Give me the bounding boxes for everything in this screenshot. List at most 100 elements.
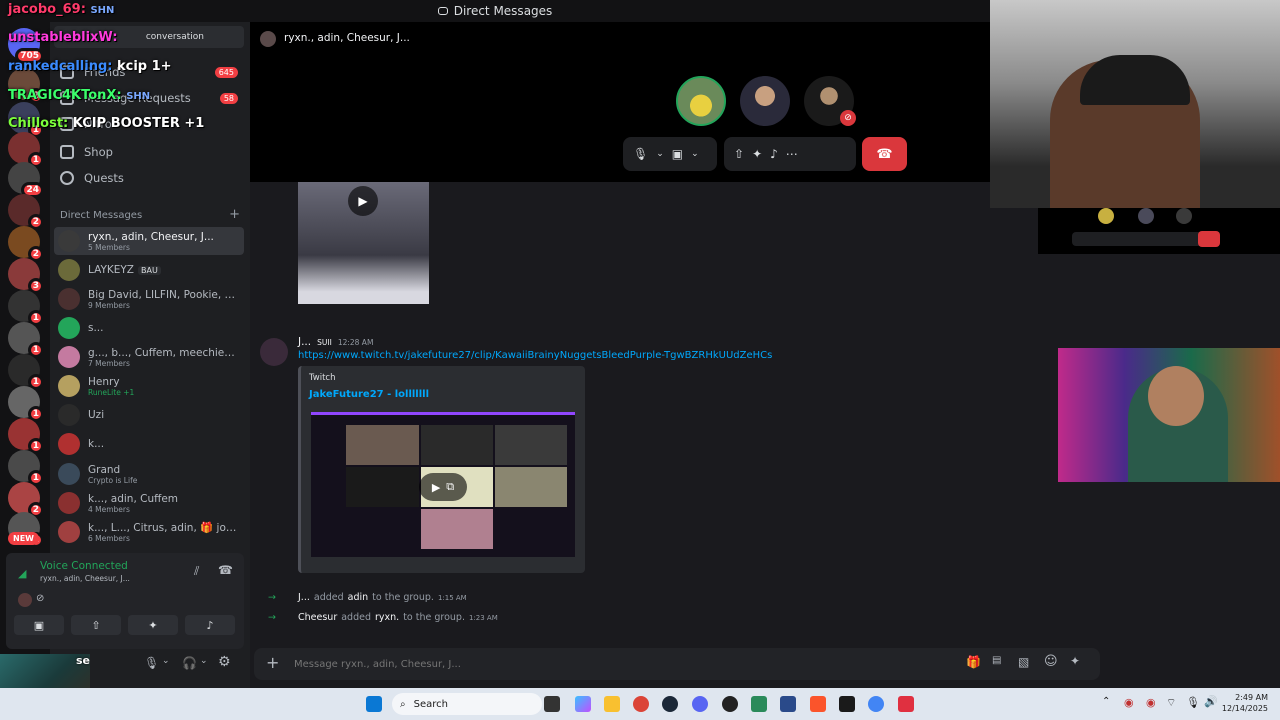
server-icon[interactable]: 1 [8,322,44,358]
system-actor[interactable]: J... [298,592,310,603]
system-target[interactable]: adin [348,592,369,603]
noise-suppression-icon[interactable]: ⫽ [194,564,199,579]
screenshare-button[interactable]: ⇧ [71,615,121,635]
more-icon[interactable]: ⋯ [786,147,798,161]
activities-button[interactable]: ✦ [128,615,178,635]
system-target[interactable]: ryxn. [375,612,399,623]
chrome-icon[interactable] [633,696,649,712]
app-icon[interactable] [898,696,914,712]
message-input[interactable] [294,654,914,674]
app-icon[interactable] [722,696,738,712]
wifi-icon[interactable]: ⌔ [1166,696,1176,710]
nav-shop[interactable]: Shop [54,139,244,165]
taskbar-search[interactable]: ⌕ Search [392,693,542,715]
dm-item[interactable]: Henry RuneLite +1 [54,372,244,400]
windows-start-icon[interactable] [366,696,382,712]
activities-icon[interactable]: ✦ [752,147,762,161]
server-icon[interactable]: 24 [8,162,44,198]
attach-icon[interactable]: + [266,653,279,672]
tray-chevron-icon[interactable]: ⌃ [1102,696,1110,707]
speaker-icon[interactable]: 🔊 [1204,695,1218,708]
task-view-icon[interactable] [544,696,560,712]
disconnect-button[interactable]: ☎ [862,137,907,171]
nav-quests[interactable]: Quests [54,165,244,191]
participant-avatar[interactable]: ⊘ [804,76,856,126]
tray-icon[interactable]: ◉ [1124,696,1134,709]
dm-item[interactable]: ryxn., adin, Cheesur, J... 5 Members [54,227,244,255]
dm-item[interactable]: Grand Crypto is Life [54,460,244,488]
mic-icon[interactable]: 🎙 [1186,696,1200,709]
video-attachment[interactable]: ▶ [298,182,429,304]
avatar[interactable] [260,338,288,366]
dm-item[interactable]: Big David, LILFIN, Pookie, Ch... 9 Member… [54,285,244,313]
play-icon[interactable]: ▶ [348,186,378,216]
server-icon[interactable]: 1 [8,386,44,422]
mic-icon[interactable]: 🎙 [633,147,648,161]
title-bar: Direct Messages [0,0,990,22]
chrome-icon[interactable] [868,696,884,712]
dm-item[interactable]: k..., L..., Citrus, adin, 🎁 jolly j... 6 … [54,518,244,546]
system-actor[interactable]: Cheesur [298,612,337,623]
dm-item[interactable]: k..., adin, Cuffem 4 Members [54,489,244,517]
chevron-down-icon[interactable]: ⌄ [162,656,170,666]
server-icon[interactable]: 1 [8,354,44,390]
server-icon[interactable]: 2 [8,226,44,262]
dm-section-header: Direct Messages + [60,208,240,221]
server-icon[interactable]: 1 [8,450,44,486]
embed-title[interactable]: JakeFuture27 - lolllllll [309,389,429,400]
server-icon[interactable]: 1 [8,290,44,326]
play-button[interactable]: ▶ ⧉ [419,473,467,501]
gif-icon[interactable]: ▤ [992,655,1001,666]
mic-icon[interactable]: 🎙 [144,656,159,670]
headphones-icon[interactable]: 🎧 [182,656,197,670]
steam-icon[interactable] [662,696,678,712]
camera-off-icon[interactable]: ▣ [672,147,683,161]
join-arrow-icon: → [268,612,276,623]
mini-controls [1072,232,1202,246]
server-icon[interactable]: 2 [8,482,44,518]
create-dm-icon[interactable]: + [229,208,240,221]
gear-icon[interactable]: ⚙ [218,654,231,670]
mini-call-strip [1038,208,1280,254]
server-icon[interactable]: 2 [8,194,44,230]
chevron-down-icon[interactable]: ⌄ [691,149,699,159]
emoji-icon[interactable]: ☺ [1044,654,1058,669]
participant-avatar[interactable] [676,76,726,126]
message-link[interactable]: https://www.twitch.tv/jakefuture27/clip/… [298,350,772,361]
dm-item[interactable]: LAYKEYZ BAU [54,256,244,284]
copilot-icon[interactable] [575,696,591,712]
chevron-down-icon[interactable]: ⌄ [200,656,208,666]
powershell-icon[interactable] [780,696,796,712]
streamer-cam [990,0,1280,208]
dm-item[interactable]: s... [54,314,244,342]
screenshare-icon[interactable]: ⇧ [734,147,744,161]
server-icon[interactable]: 1 [8,418,44,454]
tray-icon[interactable]: ◉ [1146,696,1156,709]
discord-icon[interactable] [692,696,708,712]
dm-item[interactable]: Uzi [54,401,244,429]
server-icon[interactable]: 1 [8,132,44,168]
apps-icon[interactable]: ✦ [1070,654,1080,668]
file-explorer-icon[interactable] [604,696,620,712]
embed-thumbnail[interactable]: ▶ ⧉ [311,412,575,557]
app-icon[interactable] [839,696,855,712]
dm-item[interactable]: k... [54,430,244,458]
camera-button[interactable]: ▣ [14,615,64,635]
dm-item[interactable]: g..., b..., Cuffem, meechie, J...,...7 M… [54,343,244,371]
app-icon[interactable] [751,696,767,712]
participant-avatar [1138,208,1154,224]
chevron-down-icon[interactable]: ⌄ [656,149,664,159]
video-tile [421,509,493,549]
clock[interactable]: 2:49 AM 12/14/2025 [1220,692,1268,714]
soundboard-button[interactable]: ♪ [185,615,235,635]
external-link-icon: ⧉ [446,480,455,493]
participant-avatar[interactable] [740,76,790,126]
soundboard-icon[interactable]: ♪ [770,147,778,161]
brave-icon[interactable] [810,696,826,712]
gift-icon[interactable]: 🎁 [966,655,981,669]
server-icon[interactable]: 3 [8,258,44,294]
deafened-icon: ⊘ [840,110,856,126]
message-author[interactable]: J... [298,336,311,348]
sticker-icon[interactable]: ▧ [1018,655,1029,669]
disconnect-icon[interactable]: ☎ [218,563,233,577]
